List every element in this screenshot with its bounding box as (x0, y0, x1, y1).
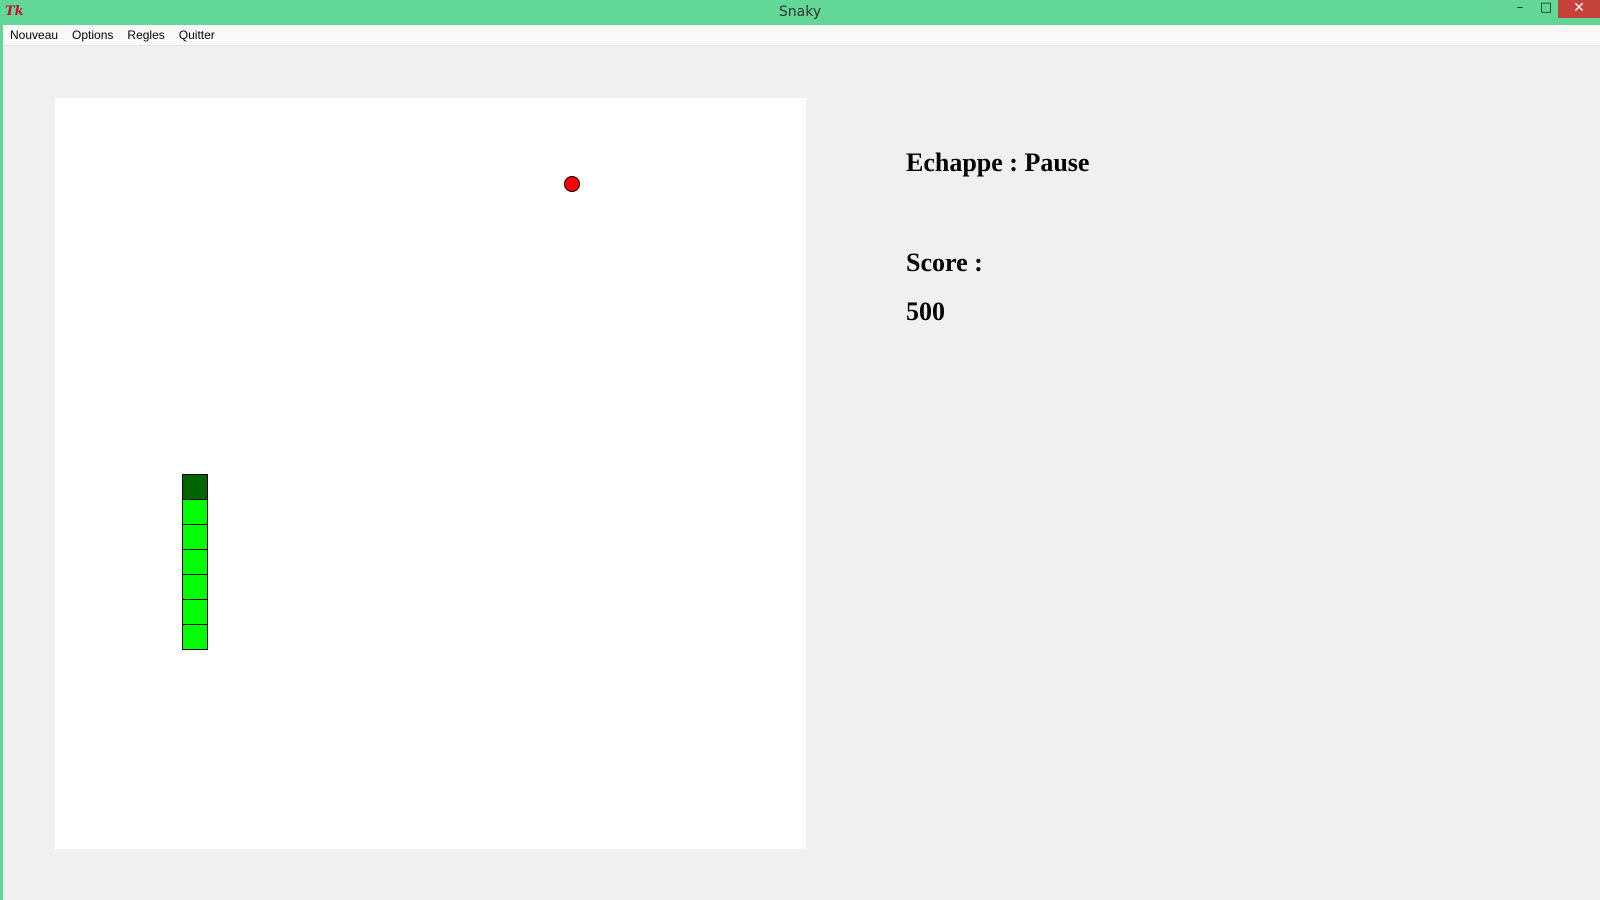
snake-segment (182, 498, 209, 525)
snake-segment (182, 573, 209, 600)
food-apple (564, 175, 581, 192)
score-label: Score : (906, 248, 983, 277)
menu-nouveau[interactable]: Nouveau (3, 25, 65, 45)
maximize-button[interactable]: □ (1533, 0, 1559, 18)
snake-segment (182, 623, 209, 650)
menu-quitter[interactable]: Quitter (172, 25, 222, 45)
pause-hint-label: Echappe : Pause (906, 148, 1090, 177)
score-value: 500 (906, 297, 945, 326)
window-left-border (0, 25, 3, 900)
app-window: Tk Snaky – □ ✕ Nouveau Options Regles Qu… (0, 0, 1600, 900)
game-board[interactable] (55, 98, 806, 849)
minimize-button[interactable]: – (1507, 0, 1533, 18)
snake-segment (182, 523, 209, 550)
snake-segment (182, 598, 209, 625)
snake-segment (182, 548, 209, 575)
menu-regles[interactable]: Regles (120, 25, 171, 45)
title-bar[interactable]: Tk Snaky – □ ✕ (0, 0, 1600, 25)
menu-bar: Nouveau Options Regles Quitter (3, 25, 1600, 46)
window-title: Snaky (778, 4, 822, 20)
close-button[interactable]: ✕ (1558, 0, 1600, 18)
snake-head (182, 473, 209, 500)
menu-options[interactable]: Options (65, 25, 120, 45)
